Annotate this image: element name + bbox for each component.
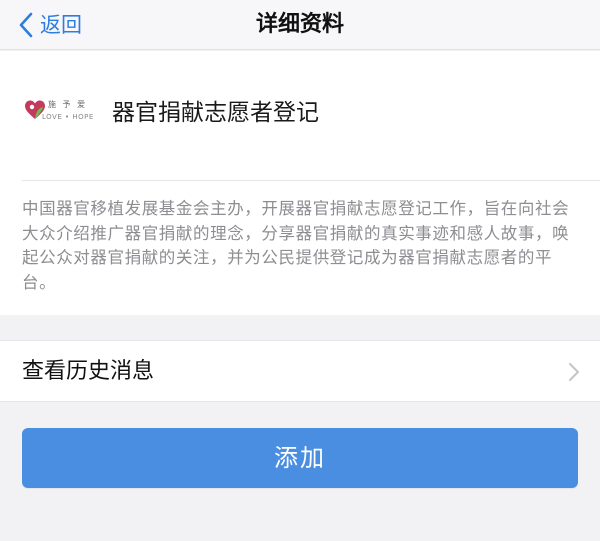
detail-screen: 返回 详细资料 施 予 爱 LOVE • HOPE 器官捐献志愿者登记 中国器官… <box>0 0 600 541</box>
view-history-row[interactable]: 查看历史消息 <box>0 340 600 402</box>
divider <box>22 180 600 181</box>
account-header: 施 予 爱 LOVE • HOPE 器官捐献志愿者登记 <box>22 91 319 135</box>
account-name: 器官捐献志愿者登记 <box>112 100 319 126</box>
account-description: 中国器官移植发展基金会主办，开展器官捐献志愿登记工作，旨在向社会大众介绍推广器官… <box>22 199 570 292</box>
add-button[interactable]: 添加 <box>22 428 578 488</box>
account-logo: 施 予 爱 LOVE • HOPE <box>22 93 94 133</box>
logo-cn-text: 施 予 爱 <box>48 100 88 109</box>
chevron-right-icon <box>569 363 579 381</box>
logo-en-text: LOVE • HOPE <box>42 113 94 121</box>
history-label: 查看历史消息 <box>22 359 155 384</box>
nav-bar: 返回 详细资料 <box>0 0 600 50</box>
account-info-card: 施 予 爱 LOVE • HOPE 器官捐献志愿者登记 中国器官移植发展基金会主… <box>0 51 600 315</box>
page-title: 详细资料 <box>255 12 344 37</box>
